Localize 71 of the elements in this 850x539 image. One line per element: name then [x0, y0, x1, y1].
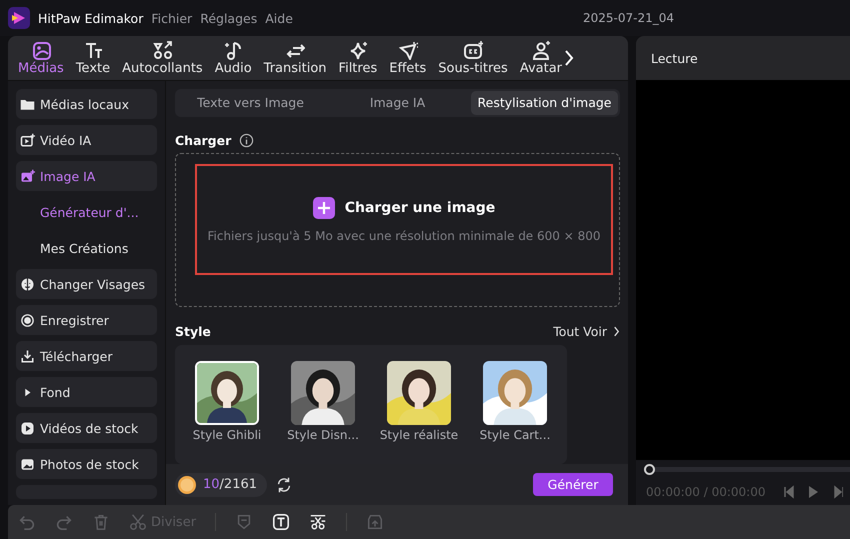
scissors-icon: [129, 513, 147, 531]
style-name: Style Cart...: [480, 428, 550, 442]
tab[interactable]: Filtres: [332, 40, 384, 76]
person-icon: [530, 40, 551, 60]
style-thumbnail[interactable]: [291, 361, 355, 425]
play-icon: [20, 420, 35, 436]
text-button[interactable]: [272, 513, 290, 531]
time-display: 00:00:00 / 00:00:00: [646, 485, 766, 499]
tab[interactable]: Image IA: [324, 91, 471, 115]
sidebar-item[interactable]: Médias locaux: [16, 89, 157, 119]
seek-slider[interactable]: [644, 464, 850, 475]
sidebar-item[interactable]: Enregistrer: [16, 305, 157, 335]
shapes-icon: [152, 40, 172, 60]
upload-label: Charger une image: [344, 200, 496, 216]
captions-icon: [463, 40, 484, 60]
chevron-right-icon[interactable]: [564, 49, 574, 67]
panel-title: Lecture: [651, 50, 698, 66]
sidebar-item[interactable]: Télécharger: [16, 341, 157, 371]
music-note-icon: [223, 40, 244, 60]
plus-icon: [312, 196, 335, 218]
coin-icon: [178, 476, 196, 494]
see-all-link[interactable]: Tout Voir: [553, 324, 620, 339]
image-icon: [20, 168, 35, 184]
sidebar-item[interactable]: Image IA: [16, 161, 157, 191]
project-title: 2025-07-21_04: [582, 11, 674, 25]
photo-icon: [20, 456, 35, 472]
style-thumbnail[interactable]: [195, 361, 259, 425]
tab[interactable]: Transition: [258, 40, 333, 76]
tab[interactable]: Restylisation d'image: [471, 91, 618, 115]
section-title: Charger: [175, 133, 232, 148]
tab[interactable]: Effets: [383, 40, 432, 76]
section-title: Style: [175, 324, 211, 339]
style-name: Style Disn...: [287, 428, 359, 442]
tab[interactable]: Texte vers Image: [177, 91, 324, 115]
sidebar-item[interactable]: Générateur d'...: [16, 197, 157, 227]
chevron-right-icon: [613, 326, 620, 337]
face-icon: [20, 276, 35, 292]
image-icon: [30, 40, 51, 60]
upload-hint: Fichiers jusqu'à 5 Mo avec une résolution minimale de 600 × 800: [207, 228, 600, 242]
credits-used: 10: [203, 477, 220, 492]
app-logo-icon: [8, 7, 30, 29]
scissors-button[interactable]: [309, 513, 328, 531]
download-icon: [20, 348, 35, 364]
app-title: HitPaw Edimakor: [38, 10, 144, 26]
sidebar-item[interactable]: Fond: [16, 377, 157, 407]
slider-thumb[interactable]: [644, 464, 655, 475]
menu-item[interactable]: Aide: [265, 10, 293, 26]
generate-button[interactable]: Générer: [533, 473, 613, 496]
sidebar-item[interactable]: Mes Créations: [16, 233, 157, 263]
sidebar-item[interactable]: Vidéo IA: [16, 125, 157, 155]
upload-button[interactable]: Charger une image Fichiers jusqu'à 5 Mo avec une résolution minimale de 600 × 800: [195, 164, 613, 275]
tab[interactable]: Audio: [208, 40, 258, 76]
sidebar-item[interactable]: Photos de stock: [16, 449, 157, 479]
tab[interactable]: Sous-titres: [432, 40, 514, 76]
tab[interactable]: Avatar: [514, 40, 568, 76]
menu-item[interactable]: Fichier: [151, 10, 192, 26]
style-name: Style Ghibli: [192, 428, 262, 442]
credits-total: /2161: [220, 477, 258, 492]
wand-icon: [398, 40, 418, 60]
style-thumbnail[interactable]: [483, 361, 547, 425]
record-icon: [20, 312, 35, 328]
tab[interactable]: Médias: [12, 40, 70, 76]
menu-item[interactable]: Réglages: [200, 10, 258, 26]
style-thumbnail[interactable]: [387, 361, 451, 425]
sidebar-item[interactable]: Changer Visages: [16, 269, 157, 299]
style-name: Style réaliste: [380, 428, 458, 442]
sidebar-item[interactable]: Vidéos de stock: [16, 413, 157, 443]
info-icon[interactable]: [239, 133, 254, 148]
tab[interactable]: Texte: [70, 40, 116, 76]
tab[interactable]: Autocollants: [116, 40, 209, 76]
video-icon: [20, 132, 35, 148]
